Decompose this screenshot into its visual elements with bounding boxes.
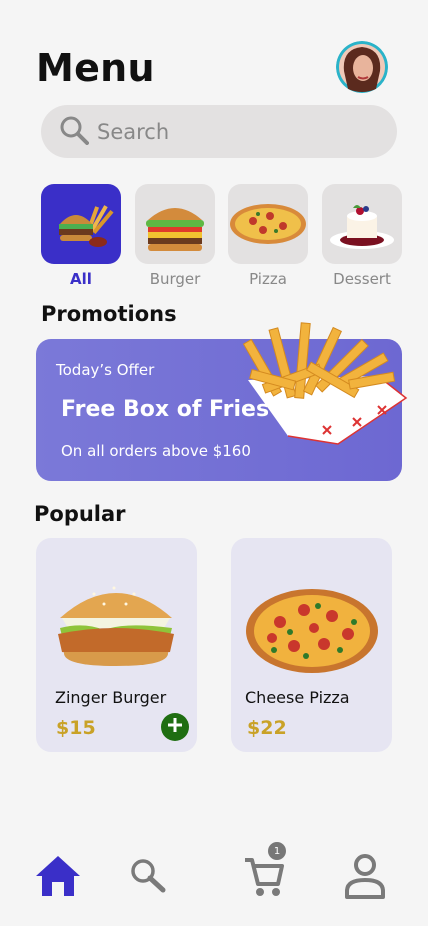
nav-profile[interactable] <box>339 852 391 904</box>
search-bar[interactable] <box>41 105 397 158</box>
cheese-pizza-image <box>244 586 380 680</box>
cart-icon <box>242 854 286 902</box>
product-price: $15 <box>56 717 96 739</box>
zinger-burger-image <box>54 574 178 674</box>
profile-icon <box>343 853 387 903</box>
nav-search[interactable] <box>122 852 174 904</box>
category-all[interactable]: All <box>41 184 121 288</box>
category-label: Dessert <box>333 270 391 288</box>
nav-home[interactable] <box>32 852 84 904</box>
add-to-cart-button[interactable] <box>161 713 189 741</box>
fries-image <box>228 318 414 446</box>
category-dessert[interactable]: Dessert <box>322 184 402 288</box>
category-pizza[interactable]: Pizza <box>228 184 308 288</box>
product-price: $22 <box>247 717 287 739</box>
burger-image <box>135 184 215 264</box>
page-title: Menu <box>36 46 155 90</box>
cart-count-badge: 1 <box>268 842 286 860</box>
search-icon <box>59 115 89 149</box>
burger-fries-image <box>41 184 121 264</box>
dessert-image <box>322 184 402 264</box>
category-label: Pizza <box>249 270 287 288</box>
promo-offer-label: Today’s Offer <box>56 361 155 379</box>
home-icon <box>34 854 82 902</box>
promo-subtext: On all orders above $160 <box>61 442 251 460</box>
search-input[interactable] <box>97 119 357 144</box>
avatar[interactable] <box>336 41 388 93</box>
category-label: Burger <box>149 270 201 288</box>
category-burger[interactable]: Burger <box>135 184 215 288</box>
product-name: Zinger Burger <box>55 688 167 707</box>
promotions-heading: Promotions <box>41 302 177 326</box>
nav-cart[interactable] <box>238 852 290 904</box>
product-card-zinger-burger[interactable]: Zinger Burger $15 <box>36 538 197 752</box>
pizza-image <box>228 184 308 264</box>
category-label: All <box>70 270 92 288</box>
plus-icon <box>167 717 183 737</box>
popular-heading: Popular <box>34 502 126 526</box>
product-name: Cheese Pizza <box>245 688 350 707</box>
search-icon <box>128 856 168 900</box>
product-card-cheese-pizza[interactable]: Cheese Pizza $22 <box>231 538 392 752</box>
